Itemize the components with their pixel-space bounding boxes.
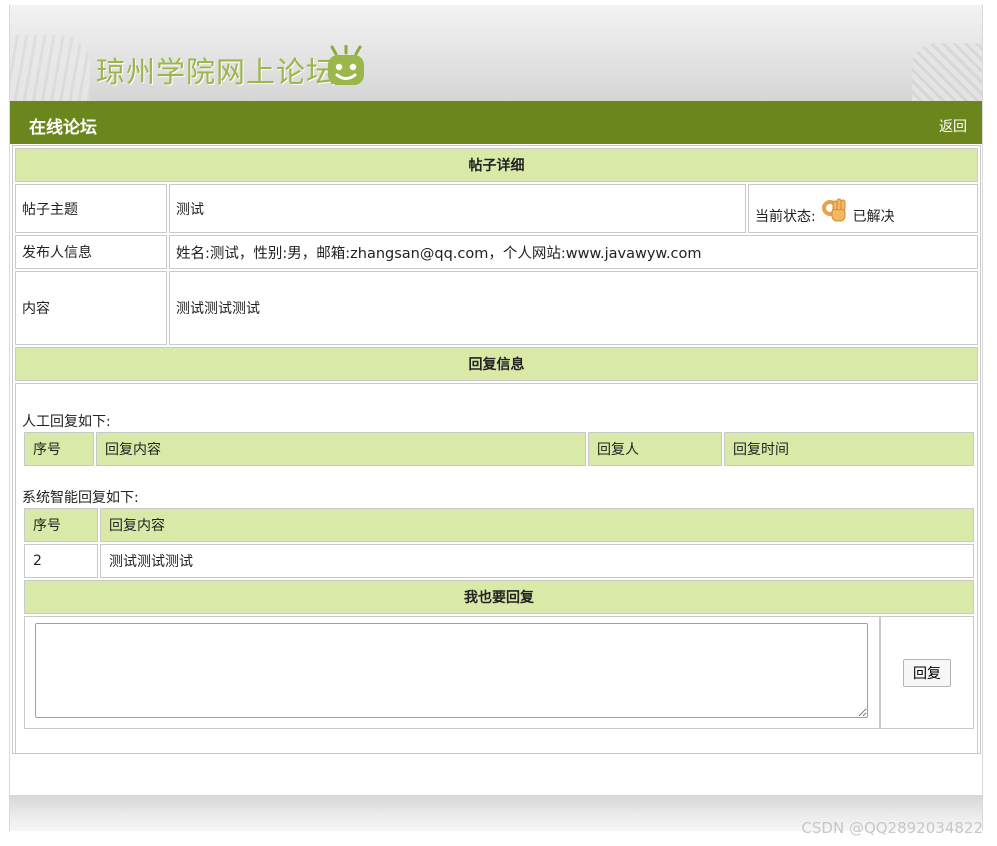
content-value: 测试测试测试 bbox=[169, 271, 978, 345]
nav-title: 在线论坛 bbox=[29, 118, 97, 138]
column-header: 回复时间 bbox=[724, 432, 974, 466]
status-value: 已解决 bbox=[852, 209, 895, 225]
reply-textarea-cell bbox=[24, 616, 880, 729]
reply-info-header: 回复信息 bbox=[15, 347, 978, 381]
column-header: 回复内容 bbox=[100, 508, 974, 542]
reply-textarea[interactable] bbox=[35, 623, 868, 718]
smiley-logo-icon bbox=[328, 45, 364, 85]
page-frame: 琼州学院网上论坛 在线论坛 返回 帖子详细 帖子主题 测试 当前状态: 已解决 … bbox=[9, 5, 983, 831]
column-header: 回复内容 bbox=[96, 432, 586, 466]
manual-replies-header-row: 序号 回复内容 回复人 回复时间 bbox=[24, 432, 974, 466]
ok-hand-icon bbox=[822, 198, 846, 222]
post-detail-header: 帖子详细 bbox=[15, 148, 978, 182]
column-header: 序号 bbox=[24, 432, 94, 466]
manual-replies-label: 人工回复如下: bbox=[22, 414, 111, 430]
main-content: 帖子详细 帖子主题 测试 当前状态: 已解决 发布人信息 姓名:测试，性别:男，… bbox=[12, 145, 981, 754]
status-label: 当前状态: bbox=[755, 209, 816, 225]
system-replies-table: 序号 回复内容 2 测试测试测试 我也要回复 回复 bbox=[22, 506, 976, 731]
banner-decoration-left bbox=[10, 35, 90, 101]
replies-section: 人工回复如下: 序号 回复内容 回复人 回复时间 系统智能回复如下: 序号 回复… bbox=[15, 383, 978, 754]
status-cell: 当前状态: 已解决 bbox=[748, 184, 978, 233]
table-row: 2 测试测试测试 bbox=[24, 544, 974, 578]
reply-button[interactable]: 回复 bbox=[903, 658, 951, 687]
subject-label: 帖子主题 bbox=[15, 184, 167, 233]
back-link[interactable]: 返回 bbox=[939, 116, 967, 136]
poster-label: 发布人信息 bbox=[15, 235, 167, 269]
csdn-watermark: CSDN @QQ2892034822 bbox=[801, 819, 983, 837]
reply-form-table: 回复 bbox=[24, 616, 974, 729]
reply-number: 2 bbox=[24, 544, 98, 578]
nav-bar: 在线论坛 返回 bbox=[10, 101, 982, 144]
reply-form-row: 回复 bbox=[24, 616, 974, 729]
post-detail-table: 帖子详细 帖子主题 测试 当前状态: 已解决 发布人信息 姓名:测试，性别:男，… bbox=[13, 146, 980, 756]
site-banner: 琼州学院网上论坛 bbox=[10, 5, 982, 101]
reply-button-cell: 回复 bbox=[880, 616, 974, 729]
subject-value: 测试 bbox=[169, 184, 746, 233]
banner-decoration-right bbox=[912, 43, 982, 101]
system-replies-header-row: 序号 回复内容 bbox=[24, 508, 974, 542]
manual-replies-table: 序号 回复内容 回复人 回复时间 bbox=[22, 430, 976, 468]
column-header: 回复人 bbox=[588, 432, 722, 466]
reply-content: 测试测试测试 bbox=[100, 544, 974, 578]
reply-form-header: 我也要回复 bbox=[24, 580, 974, 614]
column-header: 序号 bbox=[24, 508, 98, 542]
poster-value: 姓名:测试，性别:男，邮箱:zhangsan@qq.com，个人网站:www.j… bbox=[169, 235, 978, 269]
content-label: 内容 bbox=[15, 271, 167, 345]
site-title: 琼州学院网上论坛 bbox=[96, 55, 337, 89]
system-replies-label: 系统智能回复如下: bbox=[22, 490, 139, 506]
